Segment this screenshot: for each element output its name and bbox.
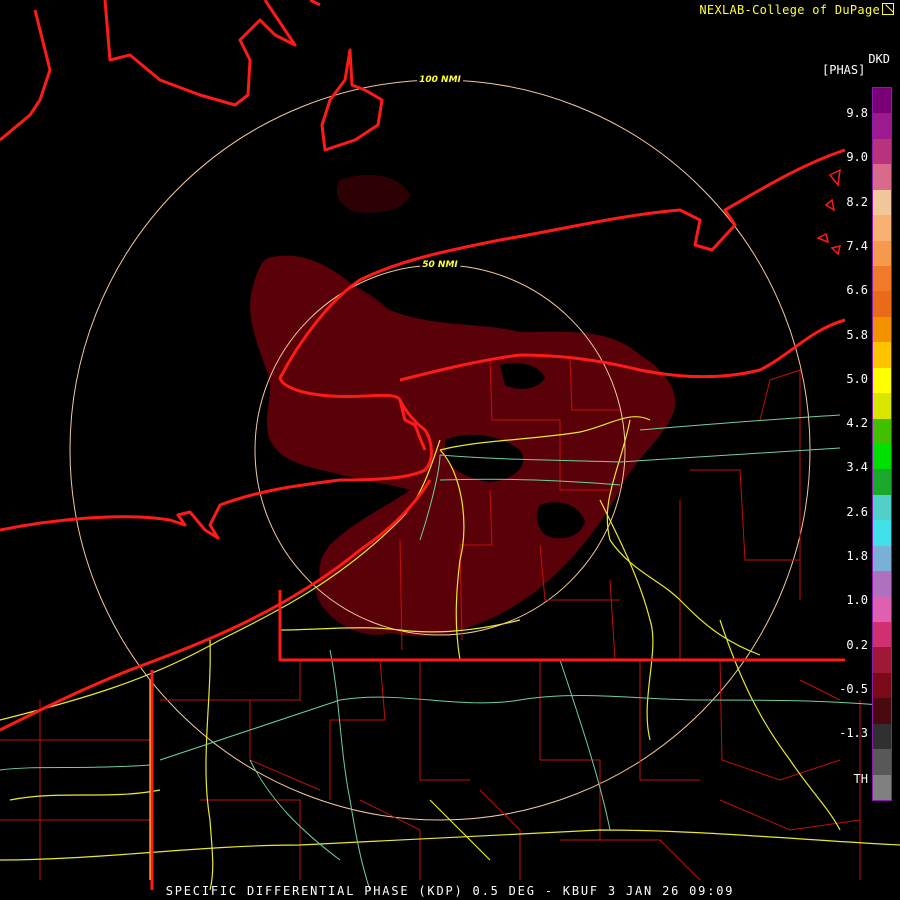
color-scale-segment <box>873 494 891 521</box>
product-code: DKD <box>868 52 890 66</box>
units-label: [PHAS] <box>822 63 866 77</box>
color-scale-segment <box>873 698 891 725</box>
color-scale-segment <box>873 138 891 165</box>
color-scale-tick: 7.4 <box>846 238 868 253</box>
color-scale-segment <box>873 367 891 394</box>
color-scale-segment <box>873 88 891 114</box>
color-scale-segment <box>873 571 891 598</box>
color-scale-segment <box>873 622 891 648</box>
color-scale-tick: 3.4 <box>846 460 868 475</box>
credit-label: NEXLAB-College of DuPage <box>699 3 894 17</box>
color-scale-tick: 1.0 <box>846 593 868 608</box>
color-scale-tick: 4.2 <box>846 416 868 431</box>
border-north-2 <box>103 0 297 107</box>
color-scale-segment <box>873 240 891 267</box>
color-scale-segment <box>873 189 891 216</box>
color-scale-tick: 9.0 <box>846 150 868 165</box>
color-scale-segment <box>873 393 891 420</box>
color-scale-segment <box>873 774 891 801</box>
color-scale-tick: 5.8 <box>846 327 868 342</box>
color-scale-tick: 8.2 <box>846 194 868 209</box>
color-scale-segment <box>873 469 891 496</box>
product-caption: SPECIFIC DIFFERENTIAL PHASE (KDP) 0.5 DE… <box>165 884 735 898</box>
color-scale-tick: 0.2 <box>846 637 868 652</box>
border-north-1 <box>0 9 52 142</box>
radar-map <box>0 0 900 891</box>
color-scale-segment <box>873 215 891 242</box>
color-scale-tick: 2.6 <box>846 504 868 519</box>
color-scale-segment <box>873 520 891 547</box>
color-scale-tick: 5.0 <box>846 371 868 386</box>
color-scale-segment <box>873 316 891 343</box>
color-scale-bar <box>872 87 892 801</box>
border-north-3 <box>320 48 384 152</box>
range-ring-label-50nmi: 50 NMI <box>420 260 460 270</box>
color-scale-segment <box>873 444 891 470</box>
color-scale-segment <box>873 113 891 140</box>
islands <box>816 168 842 256</box>
color-scale-segment <box>873 342 891 369</box>
color-scale-segment <box>873 749 891 776</box>
color-scale-segment <box>873 164 891 191</box>
color-scale-tick: TH <box>853 772 868 786</box>
color-scale-tick: 9.8 <box>846 106 868 120</box>
credit-text: NEXLAB-College of DuPage <box>699 3 880 17</box>
radar-echo-north-speckle <box>336 175 410 213</box>
range-ring-label-100nmi: 100 NMI <box>417 75 463 85</box>
color-scale-tick: -1.3 <box>839 726 868 741</box>
logo-icon <box>882 3 894 15</box>
radar-echo-south <box>316 564 421 635</box>
color-scale-segment <box>873 266 891 292</box>
color-scale-segment <box>873 672 891 699</box>
color-scale-segment <box>873 596 891 623</box>
state-borders <box>0 0 846 890</box>
border-north-4 <box>309 0 321 7</box>
radar-echo-layer <box>250 175 676 637</box>
color-scale-segment <box>873 723 891 750</box>
color-scale-tick: -0.5 <box>839 681 868 696</box>
color-scale-segment <box>873 418 891 445</box>
color-scale-tick: 6.6 <box>846 283 868 298</box>
color-scale-segment <box>873 545 891 572</box>
color-scale-segment <box>873 291 891 318</box>
color-scale-tick: 1.8 <box>846 549 868 563</box>
color-scale-segment <box>873 647 891 674</box>
